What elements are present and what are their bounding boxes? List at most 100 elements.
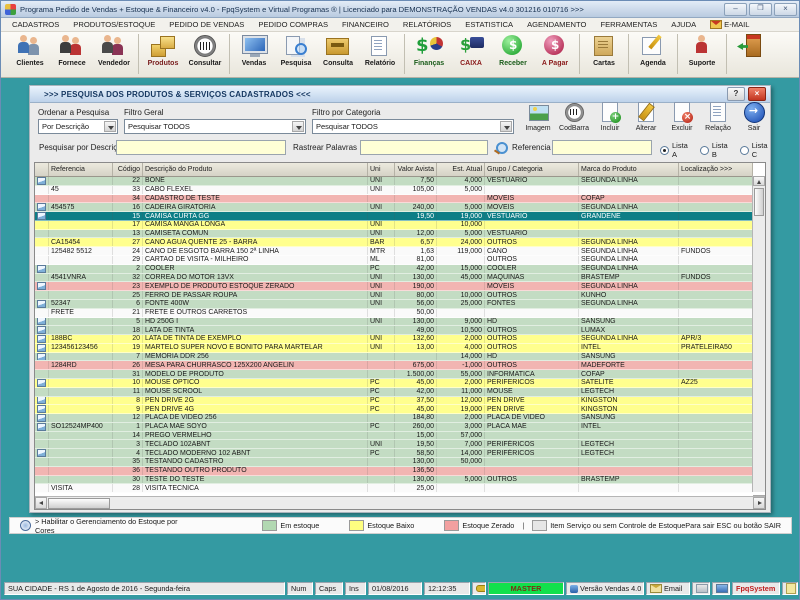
table-row[interactable]: 7MEMÓRIA DDR 25614,000HDSANSUNG	[35, 353, 753, 362]
menu-financeiro[interactable]: FINANCEIRO	[335, 20, 396, 29]
menu-pedido-compras[interactable]: PEDIDO COMPRAS	[251, 20, 335, 29]
printer-icon[interactable]	[692, 582, 710, 595]
table-row[interactable]: 4TECLADO MODERNO 102 ABNTPC58,5014,000PE…	[35, 449, 753, 458]
table-row[interactable]: 188BC20LATA DE TINTA DE EXEMPLOUNI132,60…	[35, 335, 753, 344]
reference-input[interactable]	[552, 140, 652, 155]
toolbar-consulta[interactable]: Consulta	[317, 34, 359, 76]
table-row[interactable]: 1284RD26MESA PARA CHURRASCO 125X200 ANGE…	[35, 361, 753, 370]
status-email-button[interactable]: Email	[646, 582, 690, 595]
general-filter-select[interactable]: Pesquisar TODOS	[124, 119, 306, 134]
toolbar-vendedor[interactable]: Vendedor	[93, 34, 135, 76]
rela-o-button[interactable]: Relação	[700, 101, 736, 139]
table-row[interactable]: 5HD 250G IUNI130,009,000HDSANSUNG	[35, 318, 753, 327]
toolbar-produtos[interactable]: Produtos	[142, 34, 184, 76]
excluir-button[interactable]: Excluir	[664, 101, 700, 139]
table-row[interactable]: 25FERRO DE PASSAR ROUPAUNI80,0010,000OUT…	[35, 291, 753, 300]
menu-ferramentas[interactable]: FERRAMENTAS	[593, 20, 664, 29]
table-row[interactable]: 11MOUSE SCROOLPC42,0011,000MOUSELEGTECH	[35, 388, 753, 397]
track-words-input[interactable]	[360, 140, 488, 155]
column-header[interactable]: Grupo / Categoria	[485, 163, 579, 176]
alterar-button[interactable]: Alterar	[628, 101, 664, 139]
column-header[interactable]: Localização >>>	[679, 163, 753, 176]
table-row[interactable]: VISITA28VISITA TECNICA25,00	[35, 484, 753, 493]
table-row[interactable]: 29CARTAO DE VISITA - MILHEIROML81,00OUTR…	[35, 256, 753, 265]
table-row[interactable]: 17CAMISA MANGA LONGAUNI10,000	[35, 221, 753, 230]
column-header[interactable]: Est. Atual	[437, 163, 485, 176]
table-row[interactable]: 31MODELO DE PRODUTO1.500,0055,000INFORMA…	[35, 370, 753, 379]
scroll-right-icon[interactable]	[753, 497, 765, 509]
column-header[interactable]: Código	[113, 163, 143, 176]
toolbar-consultar[interactable]: Consultar	[184, 34, 226, 76]
toolbar-suporte[interactable]: Suporte	[681, 34, 723, 76]
toolbar-fornece[interactable]: Fornece	[51, 34, 93, 76]
imagem-button[interactable]: Imagem	[520, 101, 556, 139]
table-row[interactable]: 13CAMISETA COMUNUNI12,005,000VESTUARIO	[35, 230, 753, 239]
table-row[interactable]: 9PEN DRIVE 4GPC45,0019,000PEN DRIVEKINGS…	[35, 405, 753, 414]
radio-lista-c[interactable]: Lista C	[740, 141, 768, 159]
toolbar-relat-rio[interactable]: Relatório	[359, 34, 401, 76]
table-row[interactable]: 8PEN DRIVE 2GPC37,5012,000PEN DRIVEKINGS…	[35, 397, 753, 406]
table-row[interactable]: 23EXEMPLO DE PRODUTO ESTOQUE ZERADOUNI19…	[35, 282, 753, 291]
column-header[interactable]: Valor Avista	[395, 163, 437, 176]
column-header[interactable]	[35, 163, 49, 176]
table-row[interactable]: 14PREGO VERMELHO15,0057,000	[35, 432, 753, 441]
toolbar-receber[interactable]: Receber	[492, 34, 534, 76]
column-header[interactable]: Referencia	[49, 163, 113, 176]
table-row[interactable]: 36TESTANDO OUTRO PRODUTO136,50	[35, 467, 753, 476]
table-row[interactable]: 12345612345619MARTELO SUPER NOVO E BONIT…	[35, 344, 753, 353]
restore-button[interactable]	[749, 3, 772, 16]
radio-lista-b[interactable]: Lista B	[700, 141, 728, 159]
menu-e-mail[interactable]: E-MAIL	[703, 20, 756, 29]
menu-relat-rios[interactable]: RELATÓRIOS	[396, 20, 458, 29]
search-description-input[interactable]	[116, 140, 286, 155]
table-row[interactable]: 35TESTANDO CADASTRO130,0050,000	[35, 458, 753, 467]
table-row[interactable]: 30TESTE DO TESTE130,005,000OUTROSBRASTEM…	[35, 476, 753, 485]
panel-close-button[interactable]	[748, 87, 766, 101]
table-row[interactable]: 2COOLERPC42,0015,000COOLERSEGUNDA LINHA	[35, 265, 753, 274]
menu-estatistica[interactable]: ESTATISTICA	[458, 20, 520, 29]
column-header[interactable]: Descrição do Produto	[143, 163, 368, 176]
toolbar-pesquisa[interactable]: Pesquisa	[275, 34, 317, 76]
horizontal-scrollbar[interactable]	[35, 496, 765, 509]
sair-button[interactable]: Sair	[736, 101, 772, 139]
table-row[interactable]: 10MOUSE OPTICOPC45,002,000PERIFÉRICOSSAT…	[35, 379, 753, 388]
scroll-up-icon[interactable]	[753, 176, 765, 186]
toolbar-vendas[interactable]: Vendas	[233, 34, 275, 76]
menu-pedido-de-vendas[interactable]: PEDIDO DE VENDAS	[162, 20, 251, 29]
legend-toggle-icon[interactable]	[20, 520, 31, 531]
table-row[interactable]: FRETE21FRETE E OUTROS CARRETOS50,00	[35, 309, 753, 318]
menu-cadastros[interactable]: CADASTROS	[5, 20, 66, 29]
table-row[interactable]: 3TECLADO 102ABNTUNI19,507,000PERIFÉRICOS…	[35, 440, 753, 449]
menu-ajuda[interactable]: AJUDA	[664, 20, 703, 29]
table-row[interactable]: 34CADASTRO DE TESTEMOVEISCOFAP	[35, 195, 753, 204]
close-button[interactable]	[774, 3, 797, 16]
column-header[interactable]: Uni	[368, 163, 395, 176]
table-row[interactable]: 12PLACA DE VIDEO 256184,802,000PLACA DE …	[35, 414, 753, 423]
table-row[interactable]: 18LATA DE TINTA49,0010,500OUTROSLUMAX	[35, 326, 753, 335]
codbarra-button[interactable]: CodBarra	[556, 101, 592, 139]
table-row[interactable]: 4533CABO FLEXELUNI105,005,000	[35, 186, 753, 195]
toolbar-clientes[interactable]: Clientes	[9, 34, 51, 76]
radio-lista-a[interactable]: Lista A	[660, 141, 688, 159]
table-row[interactable]: 15CAMISA CURTA GG19,5019,000VESTUARIOGRA…	[35, 212, 753, 221]
order-filter-select[interactable]: Por Descrição	[38, 119, 118, 134]
table-row[interactable]: 45457516CADEIRA GIRATORIAUNI240,005,000M…	[35, 203, 753, 212]
toolbar-exit[interactable]	[730, 34, 772, 76]
horizontal-scroll-thumb[interactable]	[48, 498, 110, 509]
vertical-scrollbar[interactable]	[752, 176, 765, 492]
toolbar-agenda[interactable]: Agenda	[632, 34, 674, 76]
column-header[interactable]: Marca do Produto	[579, 163, 679, 176]
scroll-left-icon[interactable]	[35, 497, 47, 509]
table-row[interactable]: 22BONEUNI7,504,000VESTUARIOSEGUNDA LINHA	[35, 177, 753, 186]
toolbar-cartas[interactable]: Cartas	[583, 34, 625, 76]
table-row[interactable]: CA1545427CANO AGUA QUENTE 25 - BARRABAR6…	[35, 238, 753, 247]
vertical-scroll-thumb[interactable]	[754, 188, 764, 216]
minimize-button[interactable]	[724, 3, 747, 16]
incluir-button[interactable]: Incluir	[592, 101, 628, 139]
category-filter-select[interactable]: Pesquisar TODOS	[312, 119, 514, 134]
toolbar-finan-as[interactable]: Finanças	[408, 34, 450, 76]
toolbar-a-pagar[interactable]: A Pagar	[534, 34, 576, 76]
toolbar-caixa[interactable]: CAIXA	[450, 34, 492, 76]
table-row[interactable]: 4541VNRA32CORREA DO MOTOR 13VXUNI130,004…	[35, 274, 753, 283]
menu-produtos-estoque[interactable]: PRODUTOS/ESTOQUE	[66, 20, 162, 29]
